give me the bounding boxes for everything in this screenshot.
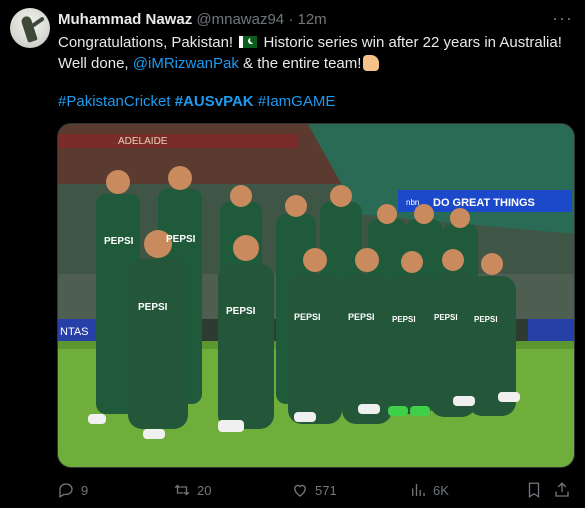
timestamp[interactable]: 12m <box>298 11 327 28</box>
hashtags: #PakistanCricket #AUSvPAK #IamGAME <box>58 93 335 110</box>
svg-text:PEPSI: PEPSI <box>104 236 134 247</box>
svg-text:PEPSI: PEPSI <box>226 306 256 317</box>
text-segment: Congratulations, Pakistan! <box>58 34 238 51</box>
views-button[interactable]: 6K <box>409 481 449 499</box>
left-board: NTAS <box>60 326 89 338</box>
reply-button[interactable]: 9 <box>57 481 88 499</box>
avatar[interactable] <box>10 8 50 48</box>
like-count: 571 <box>315 482 337 498</box>
team-photo-art: ADELAIDE nbn DO GREAT THINGS NTAS PEPSI … <box>58 124 574 467</box>
action-bar: 9 20 571 6K <box>57 481 573 501</box>
author-name[interactable]: Muhammad Nawaz <box>58 11 192 28</box>
svg-text:PEPSI: PEPSI <box>294 312 321 322</box>
share-icon <box>555 482 569 497</box>
tweet-header: Muhammad Nawaz @mnawaz94 · 12m <box>58 11 575 31</box>
text-segment: & the entire team! <box>238 55 362 72</box>
reply-count: 9 <box>81 482 89 498</box>
banner-brand: nbn <box>406 198 419 207</box>
bookmark-button[interactable] <box>525 481 543 499</box>
separator: · <box>288 11 294 28</box>
svg-text:PEPSI: PEPSI <box>166 234 196 245</box>
views-count: 6K <box>433 482 449 498</box>
hashtag-link[interactable]: #IamGAME <box>258 93 336 110</box>
stand-sign: ADELAIDE <box>118 136 168 147</box>
svg-text:PEPSI: PEPSI <box>434 313 458 322</box>
bookmark-icon <box>528 482 540 499</box>
retweet-icon <box>174 484 190 496</box>
hashtag-link[interactable]: #AUSvPAK <box>175 93 254 110</box>
retweet-button[interactable]: 20 <box>173 481 211 499</box>
thumbs-up-icon <box>363 55 380 71</box>
more-options-icon[interactable]: ··· <box>552 8 573 29</box>
retweet-count: 20 <box>197 482 212 498</box>
hashtag-link[interactable]: #PakistanCricket <box>58 93 171 110</box>
text-segment: Well done, <box>58 55 133 72</box>
svg-text:PEPSI: PEPSI <box>138 302 168 313</box>
author-handle[interactable]: @mnawaz94 <box>196 11 284 28</box>
mention-link[interactable]: @iMRizwanPak <box>133 55 239 72</box>
svg-text:PEPSI: PEPSI <box>348 312 375 322</box>
reply-icon <box>59 483 73 498</box>
tweet-text: Congratulations, Pakistan! Historic seri… <box>58 32 578 74</box>
views-icon <box>412 484 425 496</box>
svg-text:PEPSI: PEPSI <box>392 315 416 324</box>
avatar-figure <box>20 15 38 43</box>
team-photo[interactable]: ADELAIDE nbn DO GREAT THINGS NTAS PEPSI … <box>57 123 575 468</box>
pakistan-flag-icon <box>239 36 258 48</box>
text-segment: Historic series win after 22 years in Au… <box>259 34 562 51</box>
like-button[interactable]: 571 <box>291 481 337 499</box>
avatar-arm <box>31 16 45 28</box>
svg-text:PEPSI: PEPSI <box>474 315 498 324</box>
share-button[interactable] <box>553 481 571 499</box>
like-icon <box>294 484 306 497</box>
banner-text: DO GREAT THINGS <box>433 197 535 209</box>
